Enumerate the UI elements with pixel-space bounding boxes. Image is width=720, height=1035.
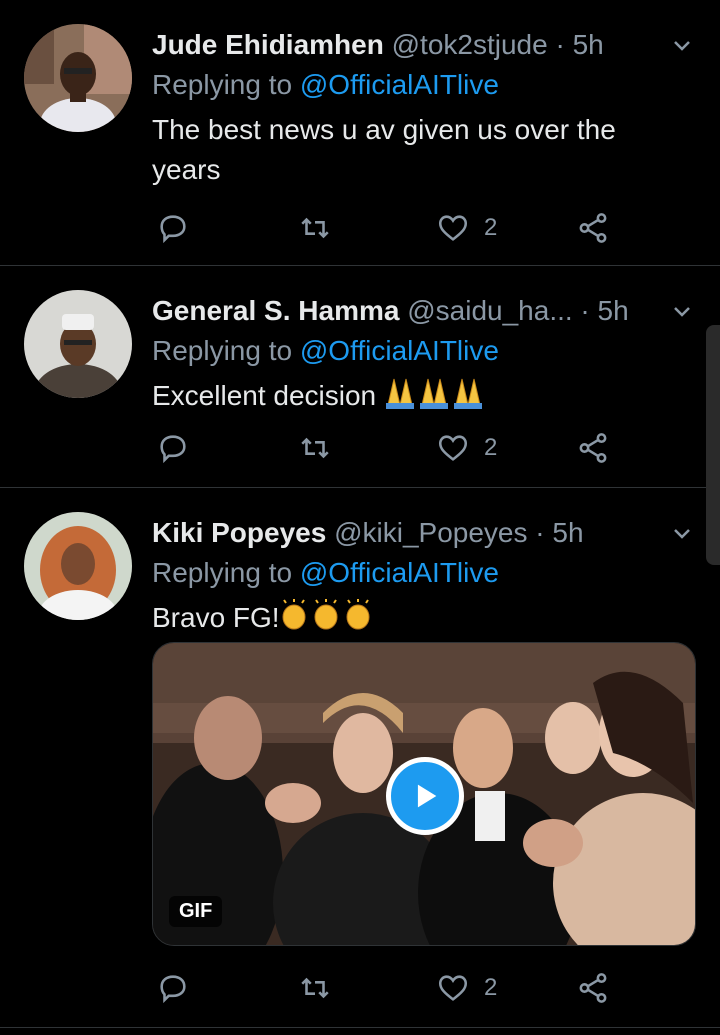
user-handle[interactable]: @saidu_ha... bbox=[407, 295, 572, 326]
tweet-text: Bravo FG! bbox=[152, 598, 660, 642]
replying-to: Replying to @OfficialAITlive bbox=[152, 334, 499, 368]
scrollbar[interactable] bbox=[706, 325, 720, 565]
tweet-header: General S. Hamma @saidu_ha... · 5h bbox=[152, 294, 660, 328]
retweet-icon bbox=[301, 437, 329, 459]
retweet-button[interactable] bbox=[298, 211, 332, 245]
replying-to: Replying to @OfficialAITlive bbox=[152, 68, 499, 102]
tweet-text-content: Bravo FG! bbox=[152, 602, 280, 633]
like-icon bbox=[438, 215, 468, 241]
timestamp[interactable]: 5h bbox=[552, 517, 583, 548]
display-name[interactable]: Kiki Popeyes bbox=[152, 517, 326, 548]
play-icon bbox=[417, 784, 437, 808]
reply-icon bbox=[160, 215, 186, 244]
tweet-text-content: Excellent decision bbox=[152, 380, 384, 411]
share-button[interactable] bbox=[576, 971, 610, 1005]
share-icon bbox=[579, 973, 607, 1003]
tweet-header: Jude Ehidiamhen @tok2stjude · 5h bbox=[152, 28, 660, 62]
tweet-text: The best news u av given us over the yea… bbox=[152, 114, 616, 185]
display-name[interactable]: Jude Ehidiamhen bbox=[152, 29, 384, 60]
retweet-icon bbox=[301, 977, 329, 999]
retweet-button[interactable] bbox=[298, 971, 332, 1005]
like-button[interactable]: 2 bbox=[436, 431, 497, 465]
reply-button[interactable] bbox=[156, 431, 190, 465]
like-icon bbox=[438, 435, 468, 461]
chevron-down-icon[interactable] bbox=[670, 34, 694, 58]
retweet-icon bbox=[301, 217, 329, 239]
clapping-hands-emoji bbox=[280, 599, 372, 642]
replying-to: Replying to @OfficialAITlive bbox=[152, 556, 499, 590]
like-icon bbox=[438, 975, 468, 1001]
tweet-actions: 2 bbox=[152, 428, 630, 468]
mention-link[interactable]: @OfficialAITlive bbox=[300, 335, 499, 366]
separator: · bbox=[572, 295, 598, 326]
tweet-header: Kiki Popeyes @kiki_Popeyes · 5h bbox=[152, 516, 660, 550]
tweet-actions: 2 bbox=[152, 208, 630, 248]
like-button[interactable]: 2 bbox=[436, 211, 497, 245]
timestamp[interactable]: 5h bbox=[598, 295, 629, 326]
like-count: 2 bbox=[484, 434, 498, 461]
replying-label: Replying to bbox=[152, 69, 300, 100]
avatar[interactable] bbox=[24, 290, 132, 398]
avatar[interactable] bbox=[24, 24, 132, 132]
separator: · bbox=[527, 517, 553, 548]
separator: · bbox=[547, 29, 573, 60]
reply-icon bbox=[160, 975, 186, 1004]
tweet-text: Excellent decision bbox=[152, 376, 660, 420]
mention-link[interactable]: @OfficialAITlive bbox=[300, 69, 499, 100]
user-handle[interactable]: @kiki_Popeyes bbox=[334, 517, 527, 548]
chevron-down-icon[interactable] bbox=[670, 522, 694, 546]
praying-hands-emoji bbox=[384, 377, 486, 420]
timestamp[interactable]: 5h bbox=[573, 29, 604, 60]
share-button[interactable] bbox=[576, 211, 610, 245]
tweet-actions: 2 bbox=[152, 968, 630, 1008]
retweet-button[interactable] bbox=[298, 431, 332, 465]
share-icon bbox=[579, 433, 607, 463]
like-button[interactable]: 2 bbox=[436, 971, 497, 1005]
replying-label: Replying to bbox=[152, 335, 300, 366]
reply-feed: Jude Ehidiamhen @tok2stjude · 5h Replyin… bbox=[0, 0, 720, 1035]
avatar[interactable] bbox=[24, 512, 132, 620]
reply-button[interactable] bbox=[156, 211, 190, 245]
user-handle[interactable]: @tok2stjude bbox=[392, 29, 548, 60]
tweet-3[interactable]: Kiki Popeyes @kiki_Popeyes · 5h Replying… bbox=[0, 488, 720, 1028]
mention-link[interactable]: @OfficialAITlive bbox=[300, 557, 499, 588]
share-button[interactable] bbox=[576, 431, 610, 465]
like-count: 2 bbox=[484, 974, 498, 1001]
display-name[interactable]: General S. Hamma bbox=[152, 295, 399, 326]
tweet-2[interactable]: General S. Hamma @saidu_ha... · 5h Reply… bbox=[0, 266, 720, 488]
reply-icon bbox=[160, 435, 186, 464]
share-icon bbox=[579, 213, 607, 243]
gif-badge: GIF bbox=[169, 896, 223, 927]
gif-media[interactable]: GIF bbox=[152, 642, 696, 946]
chevron-down-icon[interactable] bbox=[670, 300, 694, 324]
replying-label: Replying to bbox=[152, 557, 300, 588]
play-button[interactable] bbox=[386, 757, 464, 835]
reply-button[interactable] bbox=[156, 971, 190, 1005]
like-count: 2 bbox=[484, 214, 498, 241]
tweet-1[interactable]: Jude Ehidiamhen @tok2stjude · 5h Replyin… bbox=[0, 0, 720, 266]
